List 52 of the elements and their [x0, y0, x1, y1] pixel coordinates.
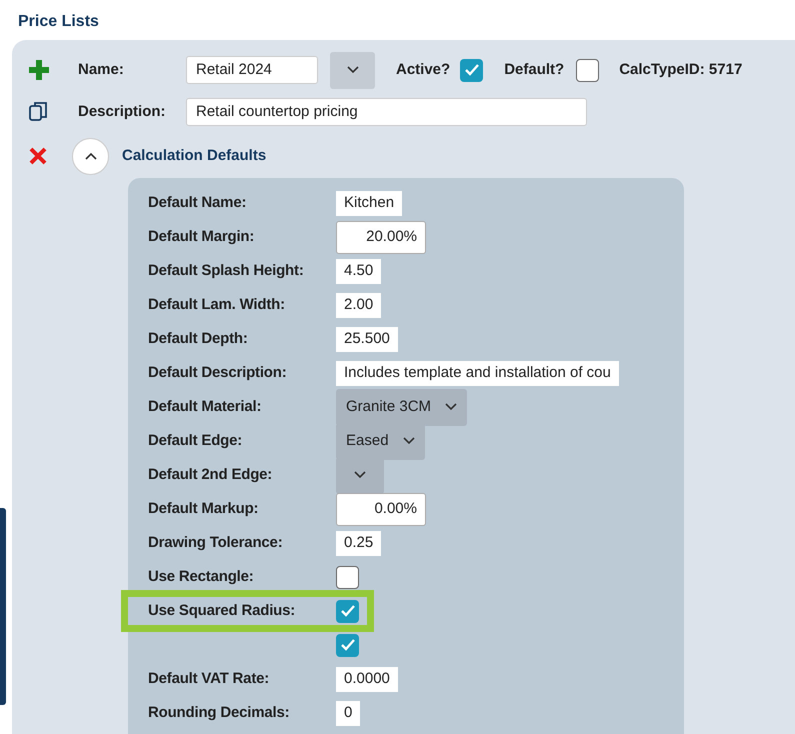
checkbox[interactable]: [460, 58, 484, 82]
name-field[interactable]: Retail 2024: [186, 56, 318, 84]
input-field[interactable]: 0.0000: [336, 666, 398, 692]
check-icon: [340, 604, 356, 618]
field-label: Rounding Decimals:: [148, 702, 290, 723]
checkbox[interactable]: [576, 58, 600, 82]
field-label: Default Margin:: [148, 226, 256, 247]
field-label: Default Name:: [148, 192, 248, 213]
chevron-down-icon: [402, 437, 415, 445]
field-label: Description:: [78, 102, 167, 122]
section-title: Calculation Defaults: [122, 146, 266, 166]
input-field[interactable]: 4.50: [336, 258, 382, 284]
input-field[interactable]: Kitchen: [336, 190, 402, 216]
chevron-up-icon: [84, 152, 96, 160]
field-label: Name:: [78, 60, 125, 80]
chevron-down-icon: [445, 403, 458, 411]
delete-icon[interactable]: [28, 146, 48, 166]
checkbox[interactable]: [336, 566, 359, 588]
field-label: Default Lam. Width:: [148, 294, 286, 315]
dropdown[interactable]: Granite 3CM: [336, 388, 468, 426]
calc-type-id: CalcTypeID: 5717: [619, 60, 742, 80]
page-title: Price Lists: [18, 12, 99, 32]
input-field[interactable]: 0: [336, 700, 360, 726]
field-label: Default Edge:: [148, 430, 244, 451]
checkbox[interactable]: [336, 634, 359, 656]
input-field[interactable]: 2.00: [336, 292, 382, 318]
field-label: Default Depth:: [148, 328, 249, 349]
input-field[interactable]: 0.25: [336, 530, 382, 556]
chevron-down-icon: [354, 471, 366, 479]
dropdown[interactable]: Eased: [336, 422, 425, 460]
field-label: Use Squared Radius:: [148, 600, 296, 621]
field-label: Default?: [504, 60, 564, 80]
field-label: Default Markup:: [148, 498, 260, 519]
check-icon: [464, 63, 480, 77]
input-field[interactable]: 25.500: [336, 326, 398, 352]
field-label: Use Rectangle:: [148, 566, 255, 587]
field-label: Default Description:: [148, 362, 288, 383]
field-label: Active?: [396, 60, 450, 80]
copy-icon[interactable]: [28, 101, 50, 123]
input-field[interactable]: Includes template and installation of cou: [336, 360, 619, 386]
input-field[interactable]: 0.00%: [336, 492, 426, 526]
chevron-down-icon: [346, 66, 358, 74]
field-label: Default Material:: [148, 396, 262, 417]
field-label: Default 2nd Edge:: [148, 464, 274, 485]
field-label: Default Splash Height:: [148, 260, 305, 281]
checkbox[interactable]: [336, 600, 359, 622]
field-label: Drawing Tolerance:: [148, 532, 284, 553]
check-icon: [340, 638, 356, 652]
field-label: Default VAT Rate:: [148, 668, 270, 689]
input-field[interactable]: 20.00%: [336, 220, 426, 254]
plus-icon[interactable]: [28, 59, 50, 81]
description-field[interactable]: Retail countertop pricing: [186, 98, 587, 126]
